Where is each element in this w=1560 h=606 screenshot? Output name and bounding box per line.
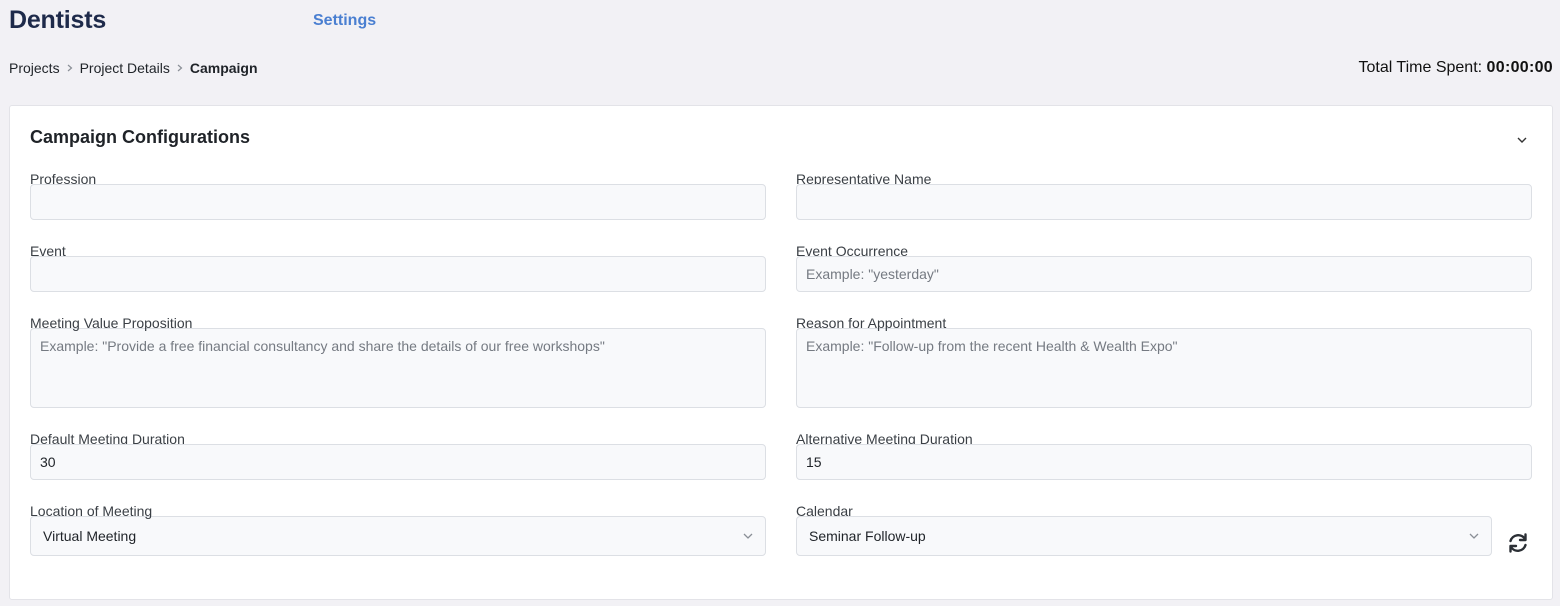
chevron-right-icon <box>177 64 183 72</box>
representative-name-field: Representative Name <box>796 170 1532 220</box>
time-spent-value: 00:00:00 <box>1486 59 1553 76</box>
breadcrumb-item-current: Campaign <box>189 60 258 76</box>
time-spent-label: Total Time Spent: <box>1358 59 1483 76</box>
refresh-calendar-button[interactable] <box>1504 531 1532 559</box>
event-occurrence-field: Event Occurrence <box>796 242 1532 292</box>
calendar-field: Calendar Seminar Follow-up <box>796 502 1532 556</box>
calendar-value: Seminar Follow-up <box>809 528 926 544</box>
location-of-meeting-value: Virtual Meeting <box>43 528 137 544</box>
settings-link[interactable]: Settings <box>313 12 376 30</box>
event-input[interactable] <box>30 256 766 292</box>
representative-name-input[interactable] <box>796 184 1532 220</box>
campaign-configurations-card: Campaign Configurations Profession Repre… <box>9 105 1553 600</box>
alternative-meeting-duration-input[interactable] <box>796 444 1532 480</box>
default-meeting-duration-input[interactable] <box>30 444 766 480</box>
chevron-right-icon <box>67 64 73 72</box>
meeting-value-proposition-textarea[interactable] <box>30 328 766 408</box>
event-occurrence-input[interactable] <box>796 256 1532 292</box>
profession-input[interactable] <box>30 184 766 220</box>
card-title: Campaign Configurations <box>30 127 250 147</box>
collapse-button[interactable] <box>1514 132 1530 146</box>
chevron-down-icon <box>743 533 753 539</box>
reason-for-appointment-field: Reason for Appointment <box>796 314 1532 408</box>
time-spent: Total Time Spent: 00:00:00 <box>1358 59 1553 77</box>
location-of-meeting-select[interactable]: Virtual Meeting <box>30 516 766 556</box>
refresh-icon <box>1506 531 1530 560</box>
breadcrumb-item-projects[interactable]: Projects <box>9 60 60 76</box>
chevron-down-icon <box>1469 533 1479 539</box>
profession-field: Profession <box>30 170 766 220</box>
alternative-meeting-duration-field: Alternative Meeting Duration <box>796 430 1532 480</box>
calendar-select[interactable]: Seminar Follow-up <box>796 516 1492 556</box>
meeting-value-proposition-field: Meeting Value Proposition <box>30 314 766 408</box>
default-meeting-duration-field: Default Meeting Duration <box>30 430 766 480</box>
breadcrumb-item-project-details[interactable]: Project Details <box>80 60 170 76</box>
event-field: Event <box>30 242 766 292</box>
breadcrumb: Projects Project Details Campaign <box>9 60 258 76</box>
chevron-down-icon <box>1517 130 1527 148</box>
location-of-meeting-field: Location of Meeting Virtual Meeting <box>30 502 766 556</box>
reason-for-appointment-textarea[interactable] <box>796 328 1532 408</box>
app-title: Dentists <box>9 6 107 34</box>
